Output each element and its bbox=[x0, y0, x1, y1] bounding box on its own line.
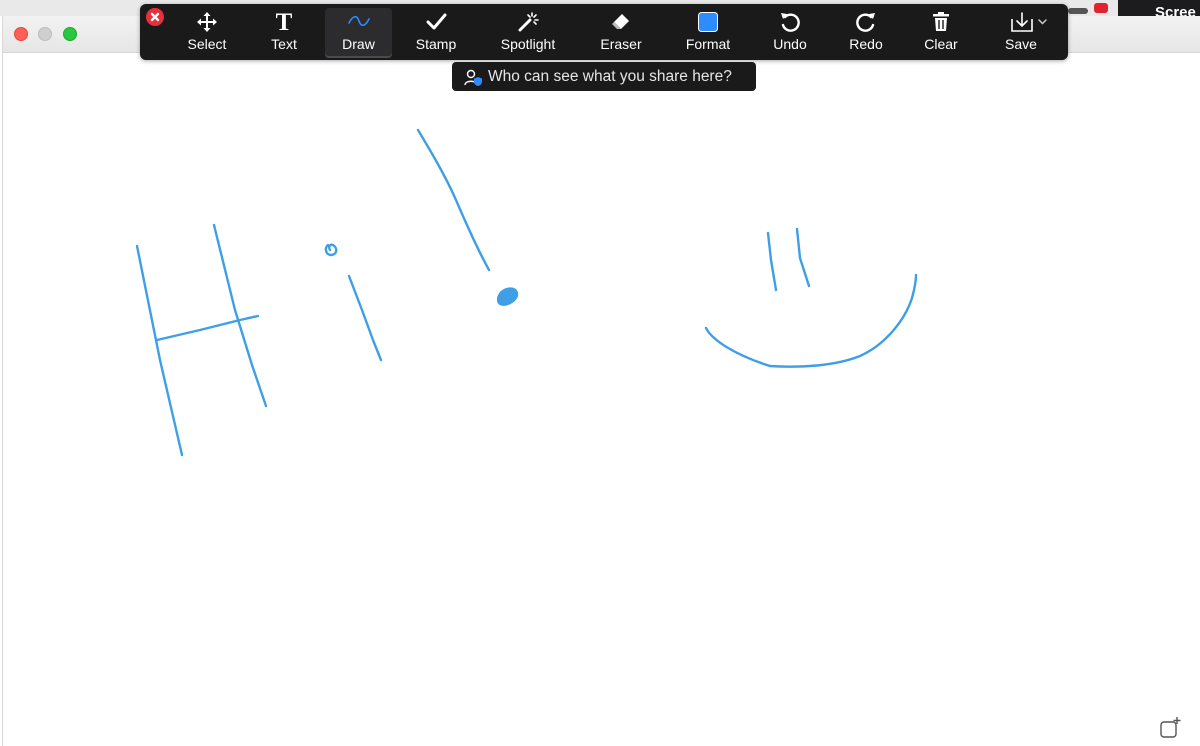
stroke-exclaim-stem bbox=[416, 128, 491, 272]
format-tool-label: Format bbox=[685, 36, 731, 52]
stroke-h-left bbox=[135, 244, 184, 457]
undo-tool-label: Undo bbox=[773, 36, 807, 52]
spotlight-tool-label: Spotlight bbox=[500, 36, 556, 52]
clear-tool-label: Clear bbox=[924, 36, 958, 52]
stamp-tool-button[interactable]: Stamp bbox=[405, 8, 467, 58]
stroke-smile bbox=[704, 273, 918, 368]
share-tooltip-text: Who can see what you share here? bbox=[488, 68, 732, 85]
draw-tool-button[interactable]: Draw bbox=[325, 8, 392, 58]
squiggle-icon bbox=[325, 11, 392, 35]
trash-icon bbox=[916, 11, 966, 35]
undo-tool-button[interactable]: Undo bbox=[764, 8, 816, 58]
redo-tool-button[interactable]: Redo bbox=[840, 8, 892, 58]
download-icon bbox=[998, 11, 1060, 35]
undo-icon bbox=[764, 11, 816, 35]
save-tool-button[interactable]: Save bbox=[998, 8, 1060, 58]
spotlight-tool-button[interactable]: Spotlight bbox=[492, 8, 564, 58]
stroke-eye-right bbox=[795, 227, 811, 288]
eraser-icon bbox=[591, 11, 651, 35]
eraser-tool-label: Eraser bbox=[600, 36, 642, 52]
stroke-i-dot bbox=[324, 243, 338, 257]
annotation-toolbar: Select T Text Draw Stamp Spotlight Erase… bbox=[140, 4, 1068, 60]
select-tool-button[interactable]: Select bbox=[178, 8, 236, 58]
move-arrows-icon bbox=[178, 11, 236, 35]
stroke-eye-left bbox=[766, 231, 778, 292]
person-shield-icon bbox=[464, 68, 484, 97]
select-tool-label: Select bbox=[187, 36, 227, 52]
close-icon[interactable] bbox=[146, 8, 164, 26]
share-visibility-tooltip[interactable]: Who can see what you share here? bbox=[452, 62, 756, 91]
magic-wand-icon bbox=[492, 11, 564, 35]
save-tool-label: Save bbox=[1005, 36, 1037, 52]
redo-tool-label: Redo bbox=[849, 36, 883, 52]
checkmark-icon bbox=[405, 11, 467, 35]
text-tool-button[interactable]: T Text bbox=[258, 8, 310, 58]
clear-tool-button[interactable]: Clear bbox=[916, 8, 966, 58]
text-t-icon: T bbox=[275, 9, 293, 36]
stroke-exclaim-dot bbox=[497, 287, 519, 306]
stamp-tool-label: Stamp bbox=[415, 36, 457, 52]
text-tool-label: Text bbox=[271, 36, 297, 52]
eraser-tool-button[interactable]: Eraser bbox=[591, 8, 651, 58]
draw-tool-label: Draw bbox=[342, 36, 375, 52]
stroke-i-stem bbox=[347, 274, 383, 362]
color-square-icon bbox=[675, 11, 741, 35]
redo-icon bbox=[840, 11, 892, 35]
drawing-canvas[interactable] bbox=[0, 0, 1200, 746]
new-window-icon[interactable] bbox=[1158, 716, 1182, 740]
format-tool-button[interactable]: Format bbox=[675, 8, 741, 58]
